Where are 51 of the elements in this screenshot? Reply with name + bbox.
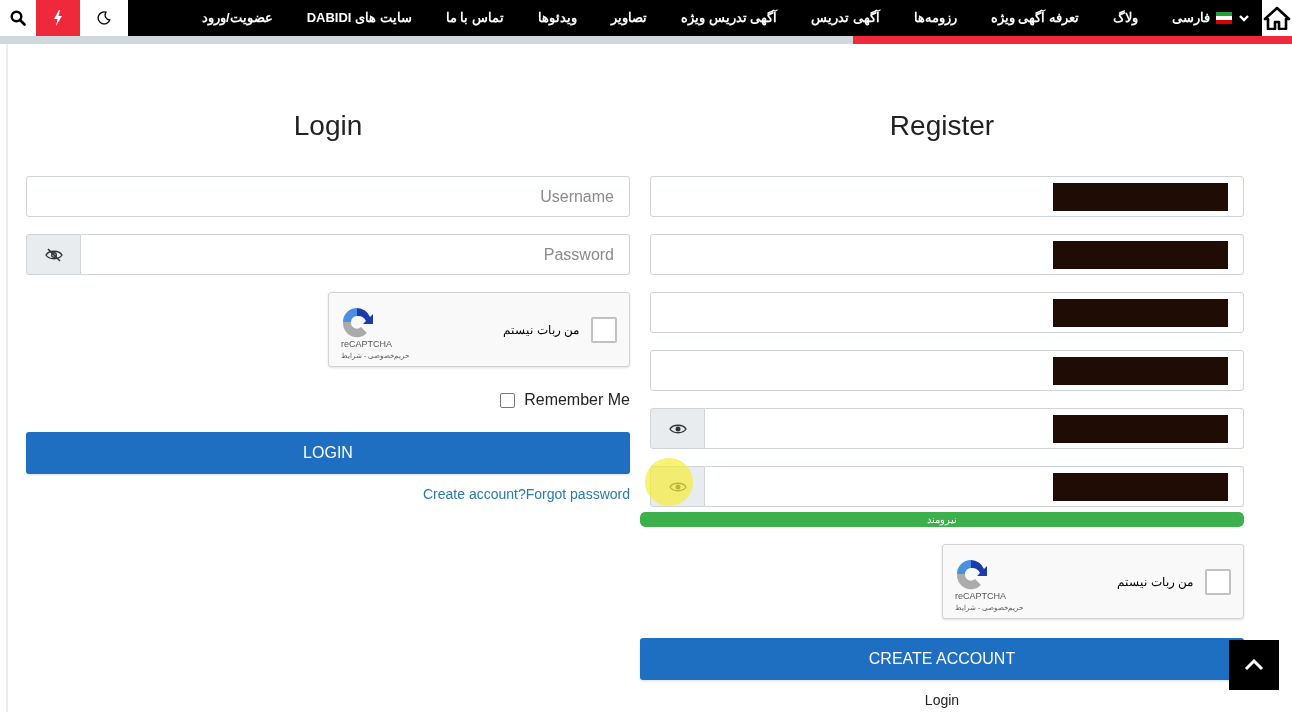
section-title: Register [888, 112, 996, 140]
nav-link[interactable]: رزومه‌ها [913, 8, 957, 28]
nav-link[interactable]: تعرفه آگهی ویژه [990, 8, 1079, 28]
cursor-highlight [645, 458, 693, 506]
strength-fill: نیرومند [640, 512, 1244, 527]
input-field[interactable] [705, 408, 1244, 449]
login-button[interactable]: LOGIN [26, 432, 630, 474]
nav-link[interactable]: آگهی تدریس ویژه [680, 8, 778, 28]
captcha-checkbox[interactable] [1205, 568, 1231, 595]
search-icon [10, 10, 26, 26]
captcha-checkbox[interactable] [591, 316, 617, 343]
dark-mode-button[interactable] [80, 0, 128, 36]
input-field[interactable]: Password [81, 234, 630, 275]
input-field[interactable] [650, 234, 1244, 275]
nav-link[interactable]: عضویت/ورود [202, 8, 273, 28]
input-field[interactable]: Username [26, 176, 630, 217]
recaptcha-logo-icon [341, 305, 373, 338]
password-toggle[interactable] [26, 234, 81, 275]
language-menu[interactable]: فارسی [1172, 8, 1250, 28]
nav-link[interactable]: ولاگ [1113, 8, 1138, 28]
chevron-up-icon [1244, 659, 1264, 671]
captcha-label: من ربات نیستم [1117, 573, 1193, 591]
captcha-label: من ربات نیستم [503, 321, 579, 339]
scroll-top-button[interactable] [1229, 640, 1279, 690]
checkbox-label: Remember Me [524, 390, 630, 410]
lightning-icon [53, 10, 63, 26]
captcha-brand: reCAPTCHA [955, 589, 1006, 603]
create-account-button[interactable]: CREATE ACCOUNT [640, 638, 1244, 680]
login-link[interactable]: Login [924, 690, 960, 711]
checkbox[interactable] [500, 392, 516, 408]
home-button[interactable] [1262, 0, 1292, 36]
nav-link[interactable]: سایت های DABIDI [306, 8, 412, 28]
eye-slash-icon [44, 246, 63, 263]
home-icon [1263, 6, 1291, 30]
captcha-brand: reCAPTCHA [341, 337, 392, 351]
nav-link[interactable]: تماس با ما [445, 8, 504, 28]
account-links[interactable]: Create account?Forgot password [423, 484, 630, 505]
flag-icon [1216, 12, 1232, 24]
input-field[interactable] [650, 292, 1244, 333]
nav-link[interactable]: آگهی تدریس [811, 8, 880, 28]
input-field[interactable] [650, 350, 1244, 391]
input-field[interactable] [650, 176, 1244, 217]
input-field[interactable] [705, 466, 1244, 507]
password-toggle[interactable] [650, 408, 705, 449]
recaptcha-logo-icon [955, 557, 987, 590]
search-button[interactable] [0, 0, 36, 36]
moon-icon [97, 11, 111, 25]
nav-link[interactable]: ویدئوها [537, 8, 577, 28]
chevron-down-icon [1238, 13, 1250, 23]
section-title: Login [292, 112, 364, 140]
nav-link[interactable]: تصاویر [610, 8, 647, 28]
